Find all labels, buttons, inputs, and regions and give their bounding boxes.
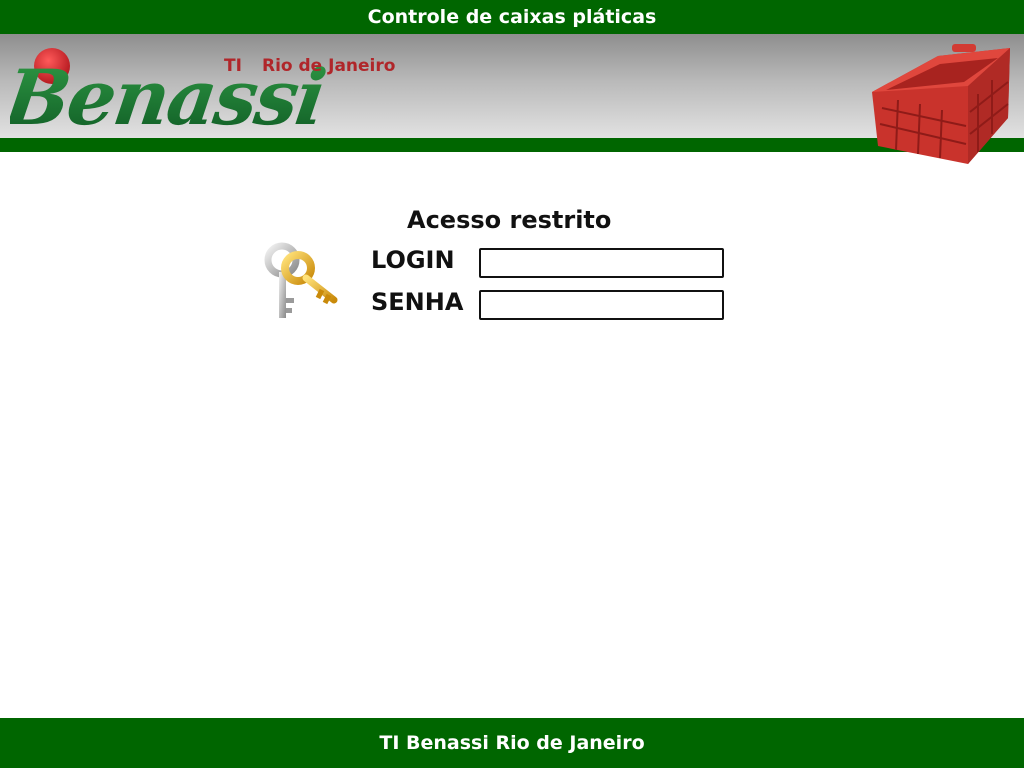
logo-ti-text: TI	[224, 56, 242, 76]
footer-text: TI Benassi Rio de Janeiro	[0, 718, 1024, 768]
login-input[interactable]	[479, 248, 724, 278]
header-title: Controle de caixas pláticas	[0, 0, 1024, 34]
red-crate-image	[872, 44, 1010, 164]
keys-icon	[264, 242, 338, 318]
page: Controle de caixas pláticas Benassi TI R…	[0, 0, 1024, 768]
login-title: Acesso restrito	[407, 206, 612, 234]
senha-input[interactable]	[479, 290, 724, 320]
senha-label: SENHA	[371, 288, 464, 316]
login-label: LOGIN	[371, 246, 455, 274]
benassi-logo: Benassi	[10, 48, 330, 132]
logo-city-text: Rio de Janeiro	[262, 56, 396, 76]
